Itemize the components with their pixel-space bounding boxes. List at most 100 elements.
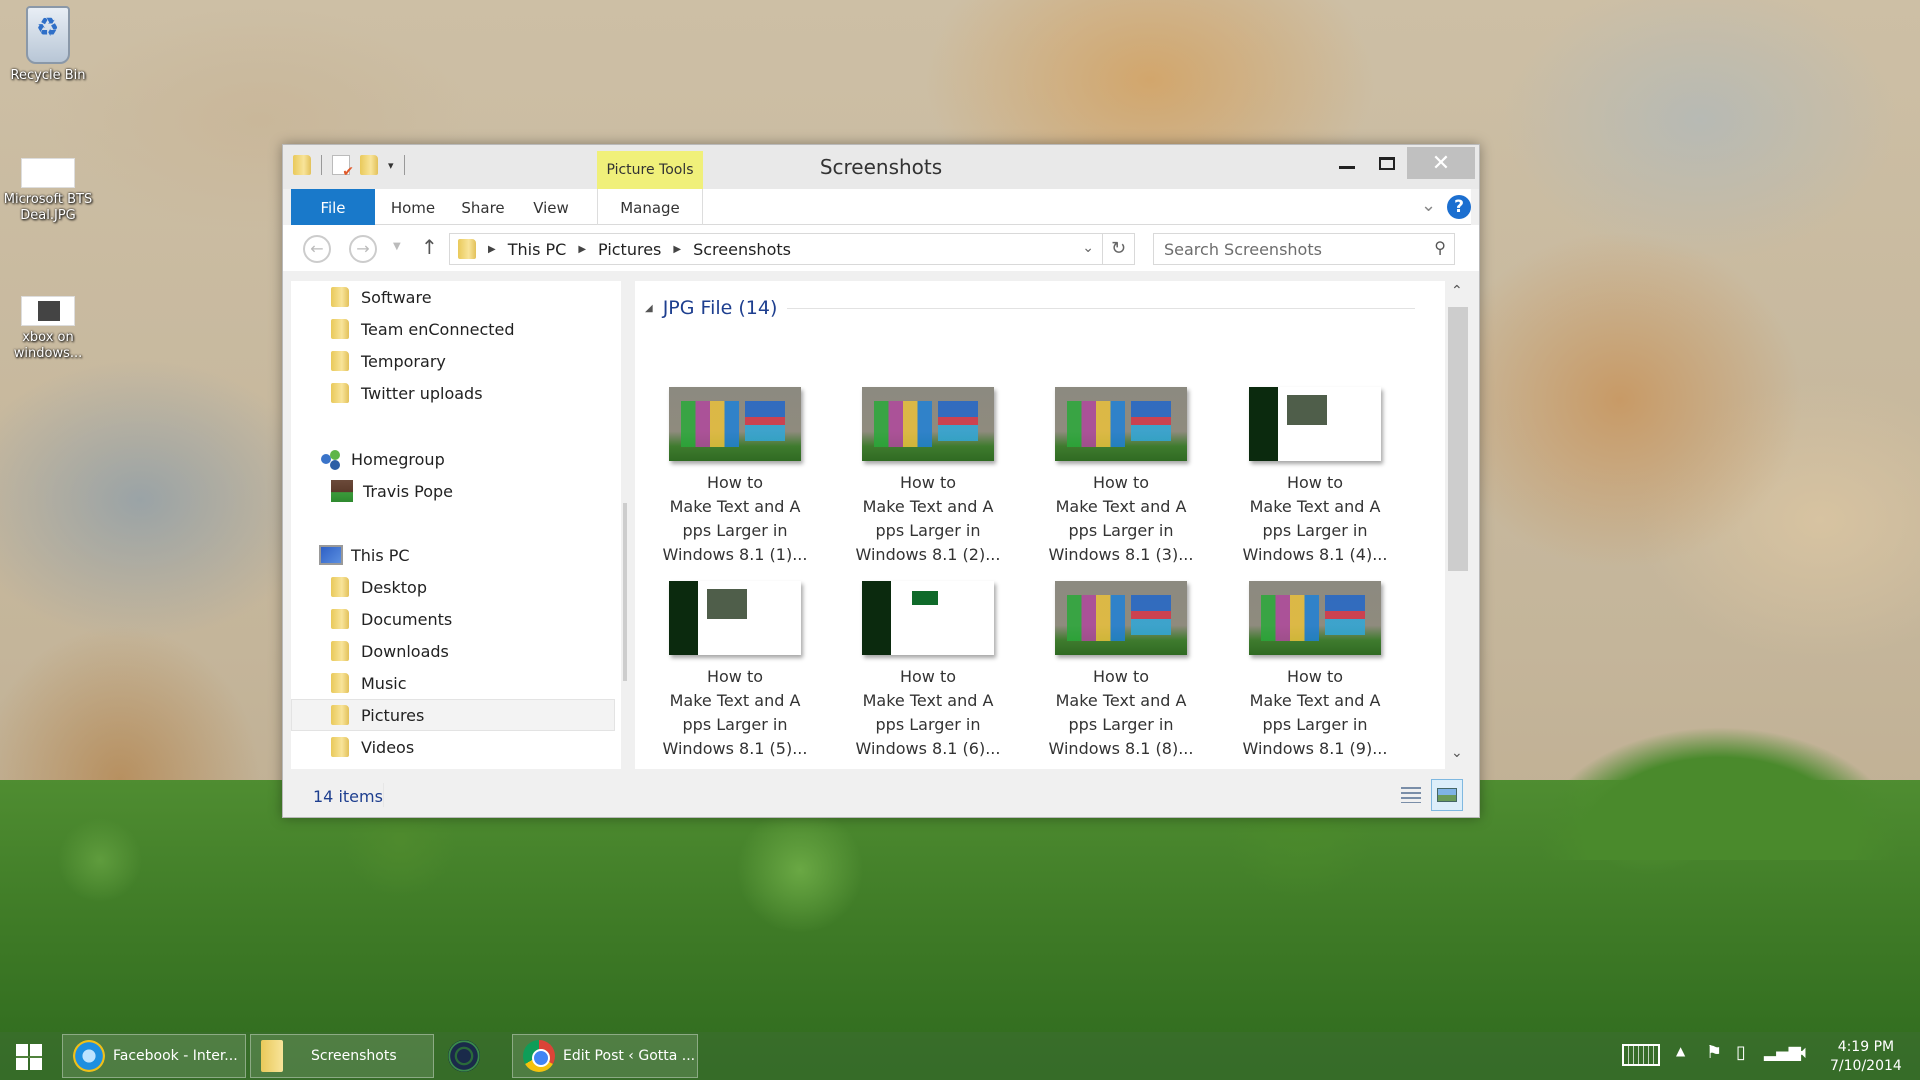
refresh-button[interactable]: ↻ <box>1103 233 1135 265</box>
file-name-line: Windows 8.1 (9)... <box>1242 739 1388 758</box>
nav-item-homegroup[interactable]: Homegroup <box>291 443 615 475</box>
desktop-folder-icon <box>331 577 349 597</box>
file-list-scrollbar[interactable]: ⌃ ⌄ <box>1445 281 1469 769</box>
large-icons-view-button[interactable] <box>1431 779 1463 811</box>
breadcrumb-this-pc[interactable]: This PC <box>508 240 567 259</box>
nav-item-videos[interactable]: Videos <box>291 731 615 763</box>
touch-keyboard-icon[interactable] <box>1622 1044 1660 1066</box>
maximize-button[interactable] <box>1367 147 1407 179</box>
scroll-up-icon[interactable]: ⌃ <box>1451 283 1463 299</box>
close-button[interactable]: ✕ <box>1407 147 1475 179</box>
scroll-down-icon[interactable]: ⌄ <box>625 745 627 761</box>
address-bar[interactable]: ▶ This PC ▶ Pictures ▶ Screenshots ⌄ <box>449 233 1103 265</box>
group-header[interactable]: ◢ JPG File (14) <box>645 297 1415 319</box>
tab-view[interactable]: View <box>521 189 581 225</box>
nav-item-pictures[interactable]: Pictures <box>291 699 615 731</box>
nav-item-travis-pope[interactable]: Travis Pope <box>291 475 615 507</box>
customize-qat-icon[interactable]: ▾ <box>388 159 394 172</box>
search-box[interactable]: ⚲ <box>1153 233 1455 265</box>
desktop-icon-bts-deal[interactable]: Microsoft BTS Deal.JPG <box>0 158 96 224</box>
maximize-icon <box>1379 156 1395 170</box>
taskbar-item-chrome[interactable]: Edit Post ‹ Gotta ... <box>512 1034 698 1078</box>
network-signal-icon[interactable]: ▂▄▆ <box>1764 1042 1801 1061</box>
address-dropdown-icon[interactable]: ⌄ <box>1082 240 1094 256</box>
file-thumbnail <box>669 387 801 461</box>
folder-icon <box>458 239 476 259</box>
taskbar-item-label: Edit Post ‹ Gotta ... <box>563 1048 696 1064</box>
file-thumbnail <box>1055 387 1187 461</box>
file-item[interactable]: How to Make Text and A pps Larger in Win… <box>848 581 1008 761</box>
breadcrumb-screenshots[interactable]: Screenshots <box>693 240 791 259</box>
desktop-icon-recycle-bin[interactable]: Recycle Bin <box>0 6 96 84</box>
file-item[interactable]: How to Make Text and A pps Larger in Win… <box>1041 581 1201 761</box>
nav-item-desktop[interactable]: Desktop <box>291 571 615 603</box>
up-button[interactable]: ↑ <box>421 235 438 259</box>
start-button[interactable] <box>10 1040 50 1074</box>
show-hidden-icons-icon[interactable]: ▲ <box>1676 1044 1685 1058</box>
divider <box>403 155 405 175</box>
taskbar-item-internet-explorer[interactable]: Facebook - Inter... <box>62 1034 246 1078</box>
action-center-flag-icon[interactable]: ⚑ <box>1706 1042 1722 1063</box>
nav-item-label: Music <box>361 673 407 693</box>
breadcrumb-pictures[interactable]: Pictures <box>598 240 661 259</box>
file-item[interactable]: How to Make Text and A pps Larger in Win… <box>1235 581 1395 761</box>
file-item[interactable]: How to Make Text and A pps Larger in Win… <box>655 387 815 567</box>
properties-icon[interactable] <box>332 155 354 180</box>
scrollbar-thumb[interactable] <box>1448 307 1468 571</box>
nav-item-temporary[interactable]: Temporary <box>291 345 615 377</box>
taskbar-item-app[interactable] <box>448 1034 492 1078</box>
nav-item-label: Desktop <box>361 577 427 597</box>
file-item[interactable]: How to Make Text and A pps Larger in Win… <box>655 581 815 761</box>
file-thumbnail <box>862 581 994 655</box>
file-item[interactable]: How to Make Text and A pps Larger in Win… <box>1235 387 1395 567</box>
tab-manage[interactable]: Manage <box>597 189 703 225</box>
file-name-line: How to <box>899 667 957 686</box>
volume-icon[interactable]: 🔈︎ <box>1800 1042 1811 1063</box>
new-folder-icon[interactable] <box>360 155 378 175</box>
file-item[interactable]: How to Make Text and A pps Larger in Win… <box>848 387 1008 567</box>
tab-share[interactable]: Share <box>451 189 515 225</box>
expand-ribbon-chevron-icon[interactable]: ⌄ <box>1421 195 1436 216</box>
nav-pane-scrollbar[interactable]: ⌃ ⌄ <box>621 281 627 769</box>
scroll-up-icon[interactable]: ⌃ <box>625 283 627 299</box>
search-icon[interactable]: ⚲ <box>1434 238 1446 257</box>
battery-icon[interactable]: ▯ <box>1736 1042 1746 1063</box>
taskbar-item-file-explorer[interactable]: Screenshots <box>250 1034 434 1078</box>
nav-item-downloads[interactable]: Downloads <box>291 635 615 667</box>
nav-item-software[interactable]: Software <box>291 281 615 313</box>
scroll-down-icon[interactable]: ⌄ <box>1451 745 1463 761</box>
nav-item-team-enconnected[interactable]: Team enConnected <box>291 313 615 345</box>
image-file-icon <box>21 158 75 188</box>
breadcrumb-separator-icon[interactable]: ▶ <box>673 244 681 255</box>
nav-item-music[interactable]: Music <box>291 667 615 699</box>
tab-file[interactable]: File <box>291 189 375 225</box>
file-item[interactable]: How to Make Text and A pps Larger in Win… <box>1041 387 1201 567</box>
help-icon[interactable]: ? <box>1447 195 1471 219</box>
tab-home[interactable]: Home <box>381 189 445 225</box>
arrow-left-icon: ← <box>310 239 324 258</box>
breadcrumb-separator-icon[interactable]: ▶ <box>578 244 586 255</box>
details-view-button[interactable] <box>1395 779 1427 811</box>
recent-locations-dropdown[interactable]: ▼ <box>393 241 401 252</box>
videos-folder-icon <box>331 737 349 757</box>
collapse-group-icon[interactable]: ◢ <box>645 303 653 314</box>
forward-button[interactable]: → <box>349 235 377 263</box>
minimize-button[interactable] <box>1327 147 1367 179</box>
window-title: Screenshots <box>819 155 943 179</box>
file-name-line: pps Larger in <box>1262 521 1368 540</box>
clock[interactable]: 4:19 PM 7/10/2014 <box>1830 1038 1902 1076</box>
nav-item-documents[interactable]: Documents <box>291 603 615 635</box>
title-bar[interactable]: ▾ Picture Tools Screenshots ✕ <box>283 145 1479 189</box>
search-input[interactable] <box>1154 234 1404 264</box>
breadcrumb-separator-icon[interactable]: ▶ <box>488 244 496 255</box>
file-name-line: Make Text and A <box>669 691 801 710</box>
scrollbar-thumb[interactable] <box>623 503 627 681</box>
folder-icon <box>331 351 349 371</box>
file-name-line: Windows 8.1 (3)... <box>1048 545 1194 564</box>
item-count: 14 items <box>313 787 383 806</box>
nav-item-this-pc[interactable]: This PC <box>291 539 615 571</box>
desktop-icon-xbox[interactable]: xbox on windows... <box>0 296 96 362</box>
file-name-line: Windows 8.1 (2)... <box>855 545 1001 564</box>
back-button[interactable]: ← <box>303 235 331 263</box>
nav-item-twitter-uploads[interactable]: Twitter uploads <box>291 377 615 409</box>
